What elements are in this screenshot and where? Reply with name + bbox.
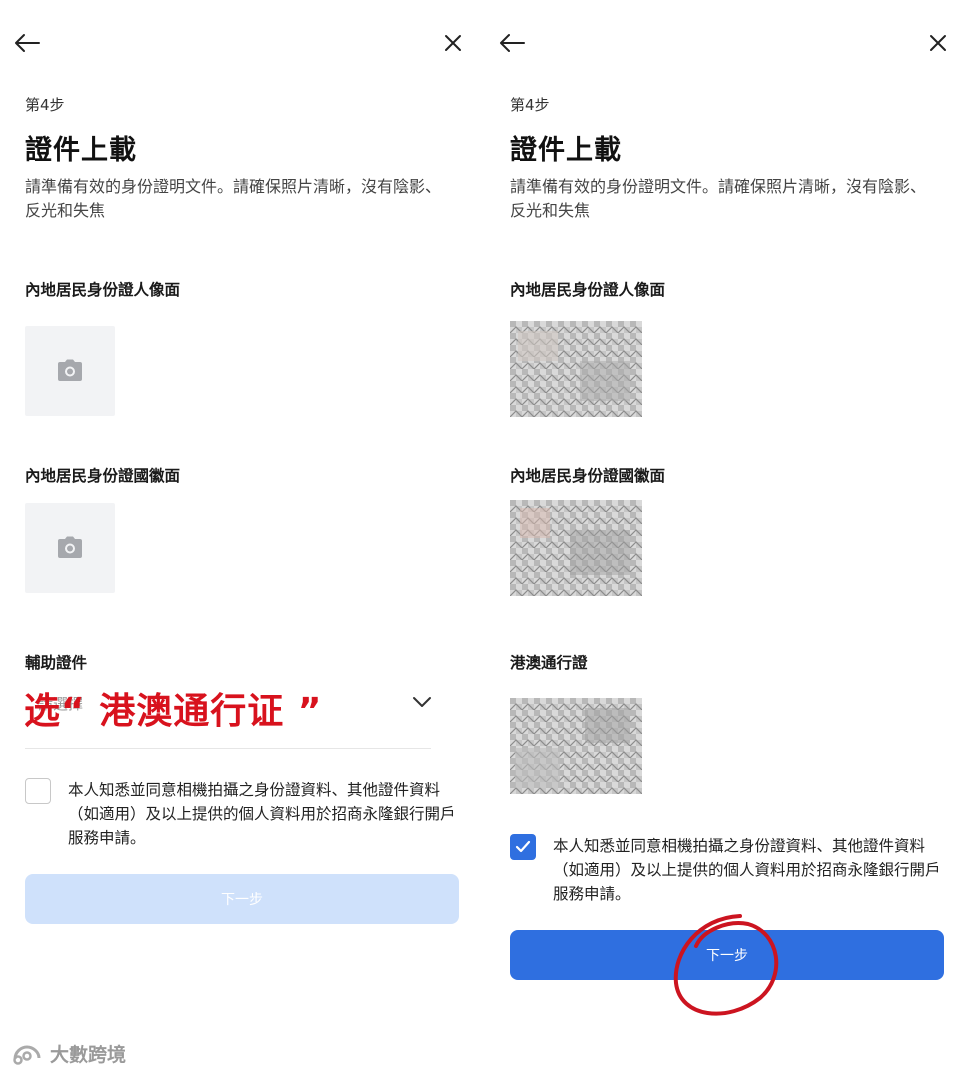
id-front-thumbnail[interactable]: [510, 321, 642, 417]
next-button[interactable]: 下一步: [25, 874, 459, 924]
permit-thumbnail[interactable]: [510, 698, 642, 794]
back-icon[interactable]: [497, 28, 527, 58]
check-icon: [515, 840, 531, 853]
consent-checkbox[interactable]: [25, 778, 51, 804]
camera-icon: [58, 536, 82, 558]
highlight-circle-annotation: [673, 914, 779, 1016]
watermark: 大數跨境: [10, 1040, 126, 1067]
id-front-upload[interactable]: [25, 326, 115, 416]
chevron-down-icon[interactable]: [410, 690, 434, 714]
close-icon[interactable]: [438, 28, 468, 58]
id-back-thumbnail[interactable]: [510, 500, 642, 596]
left-screen: 第4步 證件上載 請準備有效的身份證明文件。請確保照片清晰，沒有陰影、反光和失焦…: [0, 0, 485, 1072]
consent-checkbox[interactable]: [510, 834, 536, 860]
page-title: 證件上載: [510, 135, 622, 166]
close-icon[interactable]: [923, 28, 953, 58]
step-indicator: 第4步: [25, 96, 65, 114]
watermark-text: 大數跨境: [50, 1044, 127, 1066]
id-front-label: 內地居民身份證人像面: [510, 281, 666, 299]
watermark-logo-icon: [13, 1044, 41, 1065]
page-description: 請準備有效的身份證明文件。請確保照片清晰，沒有陰影、反光和失焦: [510, 177, 927, 220]
permit-label: 港澳通行證: [510, 654, 588, 672]
select-divider: [25, 748, 431, 749]
page-description: 請準備有效的身份證明文件。請確保照片清晰，沒有陰影、反光和失焦: [25, 177, 442, 220]
id-back-label: 內地居民身份證國徽面: [510, 467, 666, 485]
id-front-label: 內地居民身份證人像面: [25, 281, 181, 299]
id-back-upload[interactable]: [25, 503, 115, 593]
annotation-text: 选“ 港澳通行证 ”: [24, 691, 323, 732]
step-indicator: 第4步: [510, 96, 550, 114]
page-title: 證件上載: [25, 135, 137, 166]
consent-text: 本人知悉並同意相機拍攝之身份證資料、其他證件資料（如適用）及以上提供的個人資料用…: [553, 837, 941, 903]
consent-text: 本人知悉並同意相機拍攝之身份證資料、其他證件資料（如適用）及以上提供的個人資料用…: [68, 781, 456, 847]
id-back-label: 內地居民身份證國徽面: [25, 467, 181, 485]
right-screen: 第4步 證件上載 請準備有效的身份證明文件。請確保照片清晰，沒有陰影、反光和失焦…: [485, 0, 970, 1072]
back-icon[interactable]: [12, 28, 42, 58]
camera-icon: [58, 359, 82, 381]
aux-document-label: 輔助證件: [25, 654, 88, 672]
